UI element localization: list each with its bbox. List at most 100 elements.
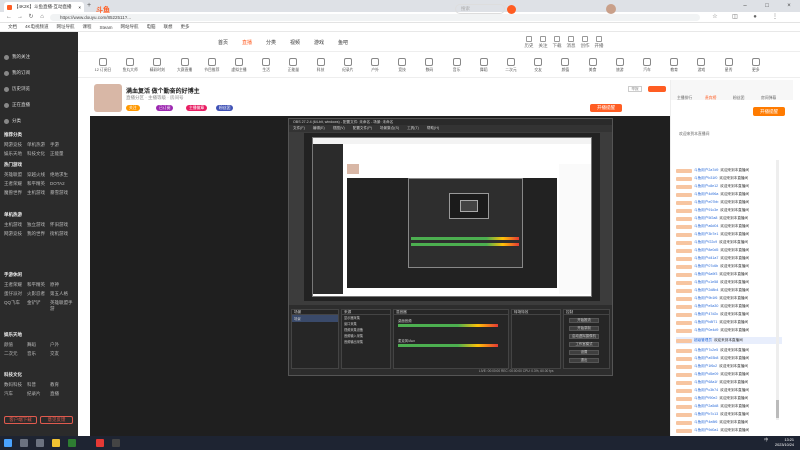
chat-username[interactable]: 斗鱼用户b8f71 xyxy=(694,320,717,325)
nav-link[interactable]: 视频 xyxy=(290,39,300,46)
chat-username[interactable]: 斗鱼用户7c2e5 xyxy=(694,348,718,353)
chat-username[interactable]: 斗鱼用户47d2c xyxy=(694,312,718,317)
sidebar-category-link[interactable]: 单机热游 xyxy=(27,142,50,148)
bookmark-item[interactable]: 电脑 xyxy=(147,24,156,30)
chat-username[interactable]: 斗鱼用户3b7e1 xyxy=(694,232,718,237)
bookmark-item[interactable]: 4K电视频道 xyxy=(25,24,49,30)
chat-username[interactable]: 斗鱼用户2d8b4 xyxy=(694,288,718,293)
chat-username[interactable]: 斗鱼用户a6d04 xyxy=(694,224,718,229)
chat-username[interactable]: 斗鱼用户6a9f3 xyxy=(694,272,717,277)
sidebar-category-link[interactable]: 金铲铲 xyxy=(27,300,50,312)
sidebar-category-link[interactable]: 舞蹈 xyxy=(27,342,50,348)
start-icon[interactable] xyxy=(4,439,12,447)
home-icon[interactable]: ⌂ xyxy=(37,13,47,22)
close-window-icon[interactable]: × xyxy=(778,0,800,12)
search-taskbar-icon[interactable] xyxy=(20,439,28,447)
sidebar-category-link[interactable]: 纪录片 xyxy=(27,391,50,397)
chat-username[interactable]: 斗鱼用户c1e58 xyxy=(694,280,718,285)
nav-link[interactable]: 直播 xyxy=(242,39,252,46)
scene-item[interactable]: 场景 xyxy=(292,315,338,322)
category-item[interactable]: 数码 xyxy=(416,58,442,73)
search-icon[interactable] xyxy=(507,5,516,14)
category-item[interactable]: 舞蹈 xyxy=(471,58,497,73)
sidebar-category-link[interactable]: 王者荣耀 xyxy=(4,282,27,288)
chat-username[interactable]: 斗鱼用户07c6b xyxy=(694,264,718,269)
sidebar-category-link[interactable]: 街机游戏 xyxy=(50,231,73,237)
bookmark-item[interactable]: 课程 xyxy=(83,24,92,30)
sidebar-category-link[interactable]: 直播 xyxy=(50,391,73,397)
category-item[interactable]: 虚拟主播 xyxy=(226,58,252,73)
chat-username[interactable]: 斗鱼用户5f2a8 xyxy=(694,216,717,221)
sidebar-category-link[interactable]: 和平精英 xyxy=(27,181,50,187)
star-icon[interactable]: ☆ xyxy=(710,13,720,22)
sidebar-category-link[interactable]: 科技文化 xyxy=(27,151,50,157)
tab-close-icon[interactable]: × xyxy=(78,5,81,10)
chat-username[interactable]: 超级管理员 xyxy=(694,338,712,343)
sidebar-category-link[interactable]: QQ飞车 xyxy=(4,300,27,312)
sidebar-category-link[interactable]: 我的世界 xyxy=(27,231,50,237)
bookmark-item[interactable]: 文档 xyxy=(8,24,17,30)
bookmark-item[interactable]: 网站导航 xyxy=(121,24,139,30)
app-icon[interactable] xyxy=(68,439,76,447)
chat-username[interactable]: 斗鱼用户68a1f xyxy=(694,380,717,385)
obs-control-button[interactable]: 工作室模式 xyxy=(569,342,599,347)
chat-tab[interactable]: 粉丝团 xyxy=(733,96,744,101)
bookmark-item[interactable]: Steam xyxy=(100,25,113,30)
chat-username[interactable]: 斗鱼用户d5e09 xyxy=(694,372,718,377)
chat-username[interactable]: 斗鱼用户4e8f6 xyxy=(694,420,717,425)
sidebar-item[interactable]: 分类 xyxy=(4,118,21,124)
sidebar-category-link[interactable]: 第五人格 xyxy=(50,291,73,297)
sidebar-category-link[interactable]: 手游 xyxy=(50,142,73,148)
chat-username[interactable]: 斗鱼用户9d0a1 xyxy=(694,428,718,433)
category-item[interactable]: 纪录片 xyxy=(335,58,361,73)
chat-tab[interactable]: 房间弹幕 xyxy=(761,96,776,101)
sidebar-category-link[interactable]: 主机游戏 xyxy=(27,190,50,196)
browser-tab[interactable]: 【4K2K】斗鱼直播-互动直播 × xyxy=(4,2,84,12)
chat-username[interactable]: 斗鱼用户2a5d8 xyxy=(694,404,718,409)
clock[interactable]: 13:21 2023/10/24 xyxy=(758,438,794,448)
sidebar-category-link[interactable]: 英雄联盟 xyxy=(4,172,27,178)
category-item[interactable]: 科技 xyxy=(308,58,334,73)
chat-username[interactable]: 斗鱼用户b7c13 xyxy=(694,412,718,417)
chat-username[interactable]: 斗鱼用户f90e2 xyxy=(694,396,717,401)
bookmark-item[interactable]: 网址导航 xyxy=(57,24,75,30)
search-input[interactable]: 搜索 xyxy=(455,4,505,14)
header-icon-button[interactable]: 开播 xyxy=(590,36,608,49)
chat-username[interactable]: 斗鱼用户e5a30 xyxy=(694,304,718,309)
sidebar-category-link[interactable]: 火影忍者 xyxy=(27,291,50,297)
category-item[interactable]: 精彩时刻 xyxy=(144,58,170,73)
chat-username[interactable]: 斗鱼用户b31f0 xyxy=(694,176,717,181)
chat-username[interactable]: 斗鱼用户8e0d5 xyxy=(694,248,718,253)
follow-button[interactable]: 开播提醒 xyxy=(590,104,622,112)
category-item[interactable]: 正能量 xyxy=(280,58,306,73)
sidebar-category-link[interactable]: 教育 xyxy=(50,382,73,388)
new-tab-button[interactable]: + xyxy=(87,2,91,10)
profile-icon[interactable]: ● xyxy=(750,13,760,22)
category-item[interactable]: 音乐 xyxy=(444,58,470,73)
chat-top-button[interactable]: 开播提醒 xyxy=(753,107,785,116)
obs-taskbar-icon[interactable] xyxy=(112,439,120,447)
obs-control-button[interactable]: 启动虚拟摄像机 xyxy=(569,334,599,339)
back-icon[interactable]: ← xyxy=(4,13,14,22)
browser-taskbar-icon[interactable] xyxy=(96,439,104,447)
obs-control-button[interactable]: 退出 xyxy=(569,358,599,363)
sidebar-category-link[interactable]: 正能量 xyxy=(50,151,73,157)
sidebar-category-link[interactable]: 蛋仔派对 xyxy=(4,291,27,297)
obs-menu-item[interactable]: 场景集合(S) xyxy=(380,125,399,132)
chat-username[interactable]: 斗鱼用户2a7d9 xyxy=(694,168,718,173)
sidebar-button[interactable]: 客户端下载 xyxy=(4,416,37,424)
chat-scroll-thumb[interactable] xyxy=(776,400,779,418)
sidebar-category-link[interactable]: 网游竞技 xyxy=(4,142,27,148)
sidebar-category-link[interactable]: 原神 xyxy=(50,282,73,288)
sidebar-category-link[interactable]: 和平精英 xyxy=(27,282,50,288)
sidebar-category-link[interactable]: 怀旧游戏 xyxy=(50,222,73,228)
chat-tab[interactable]: 主播排行 xyxy=(677,96,692,101)
nav-link[interactable]: 游戏 xyxy=(314,39,324,46)
browser-menu-icon[interactable]: ⋮ xyxy=(770,13,780,22)
category-item[interactable]: 竞技 xyxy=(389,58,415,73)
sidebar-category-link[interactable]: 暴雪游戏 xyxy=(50,190,73,196)
category-item[interactable]: 更多 xyxy=(743,58,769,73)
nav-link[interactable]: 分类 xyxy=(266,39,276,46)
chat-username[interactable]: 斗鱼用户91c3e xyxy=(694,208,718,213)
gift-button[interactable] xyxy=(648,86,666,92)
